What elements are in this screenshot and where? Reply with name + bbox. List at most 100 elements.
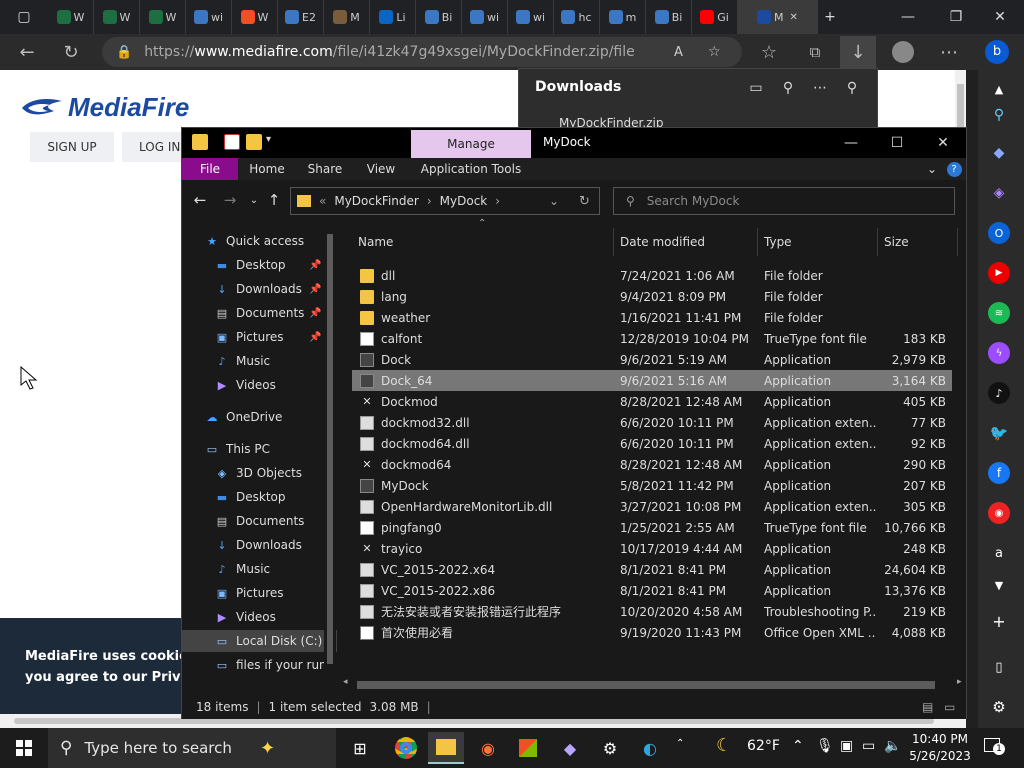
file-row[interactable]: OpenHardwareMonitorLib.dll 3/27/2021 10:0…	[352, 496, 952, 517]
store-icon[interactable]	[510, 732, 546, 764]
pin-icon[interactable]: 📌	[309, 308, 321, 319]
browser-tab[interactable]: wi	[186, 0, 232, 34]
favorites-icon[interactable]: ☆	[754, 38, 784, 66]
ribbon-tab-share[interactable]: Share	[300, 158, 350, 180]
file-row[interactable]: Dock_64 9/6/2021 5:16 AM Application 3,164 …	[352, 370, 952, 391]
nav-item[interactable]: ▶ Videos	[182, 374, 337, 396]
taskbar-search-box[interactable]: ⚲ Type here to search ✦	[48, 728, 336, 768]
nav-item[interactable]: ☁ OneDrive	[182, 406, 337, 428]
login-button[interactable]: LOG IN	[122, 132, 182, 162]
file-row[interactable]: calfont 12/28/2019 10:04 PM TrueType font …	[352, 328, 952, 349]
taskbar-scroll-icon[interactable]: ⌃	[676, 738, 684, 749]
browser-tab[interactable]: E2	[278, 0, 324, 34]
taskbar-clock[interactable]: 10:40 PM 5/26/2023	[908, 731, 972, 765]
sidebar-music-icon[interactable]: ◉	[988, 502, 1010, 524]
file-explorer-taskbar-icon[interactable]	[428, 732, 464, 764]
nav-item[interactable]: ▣ Pictures	[182, 582, 337, 604]
start-windows-icon[interactable]	[6, 732, 42, 764]
hardware-monitor-icon[interactable]: ▣	[840, 738, 853, 754]
file-row[interactable]: VC_2015-2022.x86 8/1/2021 8:41 PM Applicat…	[352, 580, 952, 601]
nav-item[interactable]: ▭ This PC	[182, 438, 337, 460]
search-downloads-icon[interactable]: ⚲	[777, 77, 799, 99]
browser-tab[interactable]: hc	[554, 0, 600, 34]
edge-taskbar-icon[interactable]: ◐	[632, 732, 668, 764]
nav-item[interactable]: ▬ Desktop	[182, 486, 337, 508]
browser-tab[interactable]: Li	[370, 0, 416, 34]
file-row[interactable]: 无法安装或者安装报错运行此程序 10/20/2020 4:58 AM Trouble…	[352, 601, 952, 622]
address-dropdown-icon[interactable]: ⌄	[549, 194, 559, 208]
file-row[interactable]: dll 7/24/2021 1:06 AM File folder	[352, 265, 952, 286]
sidebar-more-chevron-icon[interactable]: ▼	[988, 574, 1010, 596]
column-header-date[interactable]: Date modified	[614, 228, 758, 256]
browser-tab[interactable]: W	[48, 0, 94, 34]
explorer-address-field[interactable]: « MyDockFinder › MyDock › ⌄ ↻	[290, 187, 600, 215]
visual-studio-icon[interactable]: ◆	[552, 732, 588, 764]
up-one-level-icon[interactable]: ↑	[264, 190, 284, 210]
refresh-icon[interactable]: ↻	[56, 38, 86, 66]
profile-avatar-icon[interactable]	[888, 38, 918, 66]
nav-item[interactable]: ▭ files if your runn	[182, 654, 337, 676]
file-row[interactable]: 首次使用必看 9/19/2020 11:43 PM Office Open XML …	[352, 622, 952, 643]
large-icons-view-icon[interactable]: ▭	[944, 700, 955, 714]
open-folder-icon[interactable]: ▭	[745, 77, 767, 99]
sidebar-outlook-icon[interactable]: O	[988, 222, 1010, 244]
nav-item[interactable]: ▤ Documents 📌	[182, 302, 337, 324]
pin-icon[interactable]: 📌	[309, 260, 321, 271]
volume-icon[interactable]: 🔈	[884, 738, 901, 754]
nav-item[interactable]: ♪ Music	[182, 558, 337, 580]
network-icon[interactable]: ▭	[862, 738, 875, 754]
bing-chat-icon[interactable]: b	[982, 38, 1012, 66]
browser-tab[interactable]: W	[140, 0, 186, 34]
task-view-icon[interactable]: ⊞	[342, 732, 378, 764]
breadcrumb-mydockfinder[interactable]: MyDockFinder	[334, 194, 419, 208]
tab-actions-icon[interactable]: ▢	[0, 0, 48, 34]
ribbon-tab-home[interactable]: Home	[242, 158, 292, 180]
file-row[interactable]: lang 9/4/2021 8:09 PM File folder	[352, 286, 952, 307]
back-arrow-icon[interactable]: ←	[12, 38, 42, 66]
more-menu-icon[interactable]: ⋯	[934, 38, 964, 66]
browser-tab[interactable]: wi	[462, 0, 508, 34]
sidebar-layout-icon[interactable]: ▯	[988, 656, 1010, 678]
url-field[interactable]: 🔒 https://www.mediafire.com/file/i41zk47…	[102, 37, 742, 67]
sidebar-facebook-icon[interactable]: f	[988, 462, 1010, 484]
minimize-icon[interactable]: —	[884, 0, 932, 34]
ribbon-tab-view[interactable]: View	[358, 158, 404, 180]
nav-item[interactable]: ↓ Downloads	[182, 534, 337, 556]
collections-icon[interactable]: ⧉	[800, 38, 830, 66]
file-row[interactable]: pingfang0 1/25/2021 2:55 AM TrueType font …	[352, 517, 952, 538]
pin-icon[interactable]: ⚲	[841, 77, 863, 99]
browser-tab[interactable]: m	[600, 0, 646, 34]
nav-item[interactable]: ▬ Desktop 📌	[182, 254, 337, 276]
sidebar-twitter-icon[interactable]: 🐦	[988, 422, 1010, 444]
browser-tab[interactable]: Bi	[416, 0, 462, 34]
pin-icon[interactable]: 📌	[309, 284, 321, 295]
file-row[interactable]: VC_2015-2022.x64 8/1/2021 8:41 PM Applicat…	[352, 559, 952, 580]
explorer-refresh-icon[interactable]: ↻	[579, 194, 590, 209]
manage-tab[interactable]: Manage	[411, 130, 531, 158]
nav-item[interactable]: ★ Quick access	[182, 230, 337, 252]
sidebar-add-icon[interactable]: +	[988, 610, 1010, 632]
downloads-icon[interactable]: ↓	[840, 36, 876, 68]
sidebar-tools-icon[interactable]: ◈	[988, 182, 1010, 204]
new-folder-icon[interactable]	[246, 134, 262, 150]
ribbon-tab-file[interactable]: File	[182, 158, 238, 180]
file-row[interactable]: Dock 9/6/2021 5:19 AM Application 2,979 KB	[352, 349, 952, 370]
quick-access-folder-icon[interactable]	[192, 134, 208, 150]
nav-item[interactable]: ▣ Pictures 📌	[182, 326, 337, 348]
details-view-icon[interactable]: ▤	[922, 700, 933, 714]
file-row[interactable]: weather 1/16/2021 11:41 PM File folder	[352, 307, 952, 328]
breadcrumb-separator-icon[interactable]: ›	[427, 194, 432, 208]
sidebar-youtube-icon[interactable]: ▶	[988, 262, 1010, 284]
file-row[interactable]: ✕ trayico 10/17/2019 4:44 AM Application 248…	[352, 538, 952, 559]
column-header-type[interactable]: Type	[758, 228, 878, 256]
explorer-search-input[interactable]: ⚲ Search MyDock	[613, 187, 955, 215]
navigation-pane-scrollbar[interactable]	[324, 224, 336, 689]
notifications-icon[interactable]: 1	[984, 738, 1005, 756]
breadcrumb-mydock[interactable]: MyDock	[440, 194, 488, 208]
downloads-more-icon[interactable]: ⋯	[809, 77, 831, 99]
nav-item[interactable]: ◈ 3D Objects	[182, 462, 337, 484]
sidebar-shopping-icon[interactable]: ◆	[988, 142, 1010, 164]
browser-tab[interactable]: Gi	[692, 0, 738, 34]
browser-tab[interactable]: W	[94, 0, 140, 34]
breadcrumb-overflow[interactable]: «	[319, 194, 326, 208]
